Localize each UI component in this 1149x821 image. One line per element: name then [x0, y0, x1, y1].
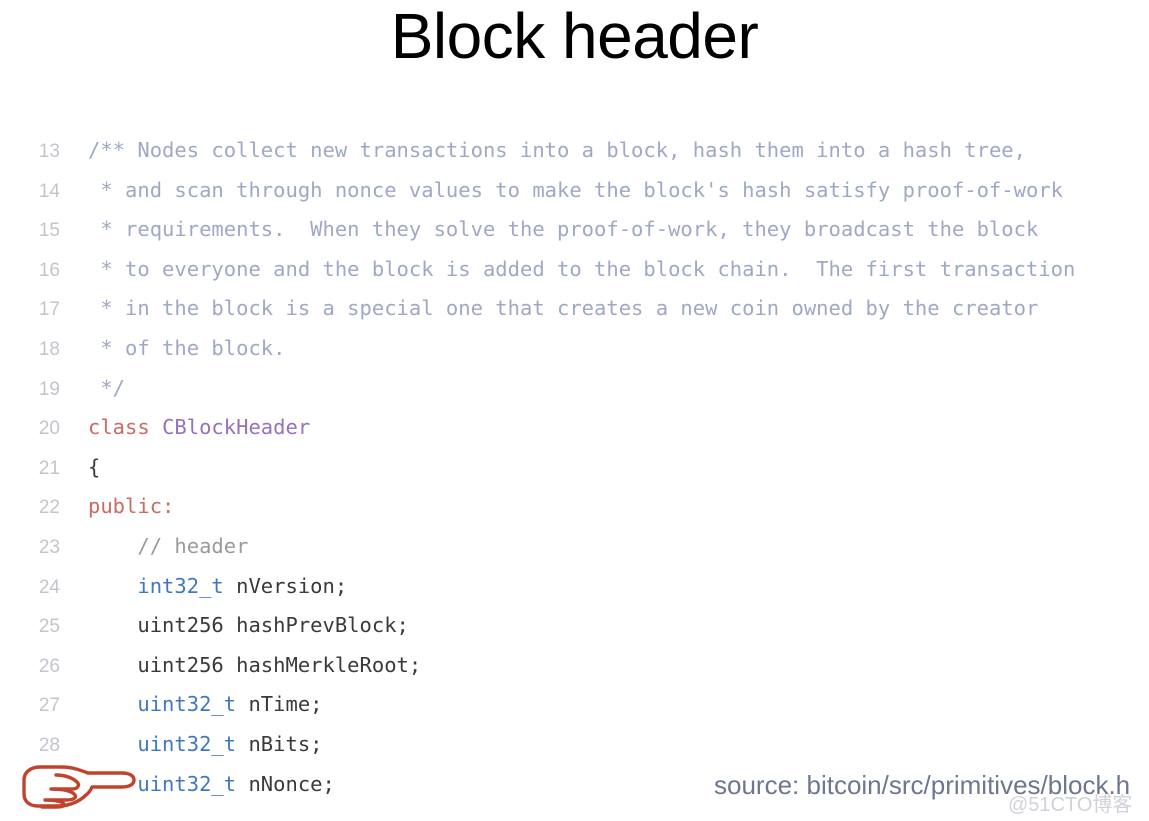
code-line-text: {: [60, 448, 100, 488]
code-line: 20 class CBlockHeader: [0, 408, 1149, 448]
line-number: 13: [38, 141, 60, 162]
code-token-comment: * requirements. When they solve the proo…: [88, 217, 1039, 242]
code-line-text: * requirements. When they solve the proo…: [60, 210, 1038, 250]
code-token-comment: * in the block is a special one that cre…: [88, 296, 1039, 321]
line-number: 18: [38, 338, 60, 360]
code-token-comment: * and scan through nonce values to make …: [88, 177, 1064, 202]
line-number: 19: [38, 378, 60, 400]
code-token-comment: /** Nodes collect new transactions into …: [88, 138, 1026, 162]
code-token-comment: */: [88, 375, 126, 400]
code-line-text: * and scan through nonce values to make …: [60, 171, 1063, 211]
code-token-comment: * of the block.: [88, 335, 286, 360]
watermark: @51CTO博客: [1008, 794, 1133, 816]
line-number: 23: [38, 536, 60, 558]
code-token-plain: uint256 hashPrevBlock;: [88, 613, 409, 638]
code-line: 26 uint256 hashMerkleRoot;: [0, 646, 1149, 686]
code-token-type: uint32_t: [137, 731, 237, 756]
code-token-keyword: class: [88, 415, 163, 440]
code-line: 15 * requirements. When they solve the p…: [0, 210, 1149, 250]
line-number: 22: [38, 497, 60, 519]
code-line: 16 * to everyone and the block is added …: [0, 250, 1149, 290]
code-token-plain: {: [88, 454, 101, 479]
code-line-text: * of the block.: [60, 329, 285, 369]
code-token-comment: * to everyone and the block is added to …: [88, 256, 1076, 281]
code-line-text: * to everyone and the block is added to …: [60, 250, 1075, 290]
code-token-plain: nNonce;: [236, 771, 335, 796]
code-line-text: uint256 hashMerkleRoot;: [60, 646, 421, 686]
code-token-type: uint32_t: [137, 771, 237, 796]
line-number: 16: [38, 259, 60, 281]
code-token-plain: nVersion;: [223, 573, 348, 598]
code-line: 21 {: [0, 448, 1149, 488]
line-number: 26: [38, 655, 60, 677]
code-line: 28 uint32_t nBits;: [0, 725, 1149, 765]
code-line: 22 public:: [0, 487, 1149, 527]
code-token-plain: nBits;: [236, 731, 323, 756]
line-number: 15: [38, 220, 60, 242]
code-line: 13 /** Nodes collect new transactions int…: [0, 131, 1149, 171]
code-listing: 13 /** Nodes collect new transactions int…: [0, 131, 1149, 804]
code-line: 18 * of the block.: [0, 329, 1149, 369]
code-line-text: int32_t nVersion;: [60, 567, 347, 607]
pointing-hand-right-icon-svg: [22, 765, 136, 809]
code-line: 25 uint256 hashPrevBlock;: [0, 606, 1149, 646]
code-line: 27 uint32_t nTime;: [0, 685, 1149, 725]
code-token-type: uint32_t: [137, 692, 237, 717]
line-number: 17: [38, 299, 60, 321]
code-token-classname: CBlockHeader: [162, 415, 311, 440]
page-title: Block header: [390, 0, 759, 72]
line-number: 20: [38, 418, 60, 440]
line-number: 21: [38, 457, 60, 479]
code-line-text: uint32_t nTime;: [60, 685, 323, 725]
code-line: 14 * and scan through nonce values to ma…: [0, 171, 1149, 211]
code-line-text: */: [60, 369, 125, 409]
code-token-plain: nTime;: [236, 692, 323, 717]
pointing-hand-right-icon: [18, 758, 138, 814]
line-number: 27: [38, 695, 60, 717]
line-number: 14: [38, 180, 60, 202]
code-line-text: uint256 hashPrevBlock;: [60, 606, 409, 646]
code-line-text: public:: [60, 487, 174, 527]
code-line-text: class CBlockHeader: [60, 408, 310, 448]
code-line: 24 int32_t nVersion;: [0, 567, 1149, 607]
line-number: 24: [38, 576, 60, 598]
code-token-linecomment: // header: [88, 533, 249, 558]
code-line: 17 * in the block is a special one that …: [0, 289, 1149, 329]
code-line-text: /** Nodes collect new transactions into …: [60, 131, 1026, 171]
code-line: 19 */: [0, 369, 1149, 409]
code-line: 23 // header: [0, 527, 1149, 567]
line-number: 25: [38, 616, 60, 638]
code-token-plain: uint256 hashMerkleRoot;: [88, 652, 422, 677]
code-line-text: // header: [60, 527, 248, 567]
code-token-keyword: public:: [88, 494, 175, 519]
code-line-text: * in the block is a special one that cre…: [60, 289, 1038, 329]
code-token-type: int32_t: [137, 573, 224, 598]
